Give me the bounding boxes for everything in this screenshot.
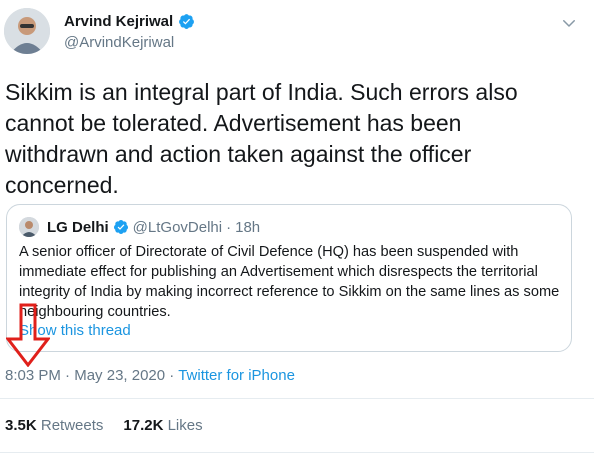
quoted-author-handle: @LtGovDelhi: [132, 218, 223, 236]
tweet-source-link[interactable]: Twitter for iPhone: [178, 367, 295, 384]
chevron-down-icon[interactable]: [560, 14, 578, 32]
red-down-arrow-annotation: [6, 303, 50, 367]
retweets-count: 3.5K: [5, 417, 37, 434]
divider: [0, 398, 594, 399]
retweets-stat[interactable]: 3.5K Retweets: [5, 417, 103, 434]
verified-badge-icon: [179, 14, 195, 29]
author-name-text[interactable]: Arvind Kejriwal: [64, 13, 173, 30]
retweets-label: Retweets: [40, 417, 104, 434]
quoted-author-name: LG Delhi: [47, 218, 109, 236]
quoted-tweet[interactable]: LG Delhi @LtGovDelhi · 18h A senior offi…: [6, 204, 572, 352]
tweet-stats: 3.5K Retweets 17.2K Likes: [5, 417, 203, 434]
quoted-author-avatar: [19, 217, 39, 237]
tweet-time[interactable]: 8:03 PM: [5, 367, 61, 384]
meta-separator: ·: [169, 367, 175, 384]
author-name[interactable]: Arvind Kejriwal: [64, 13, 195, 30]
quoted-timestamp[interactable]: 18h: [235, 219, 260, 236]
quoted-separator: ·: [226, 218, 232, 236]
quoted-tweet-header: LG Delhi @LtGovDelhi · 18h: [19, 217, 260, 237]
tweet-date[interactable]: May 23, 2020: [74, 367, 165, 384]
quoted-tweet-text: A senior officer of Directorate of Civil…: [19, 244, 560, 320]
likes-label: Likes: [167, 417, 203, 434]
tweet-header: Arvind Kejriwal @ArvindKejriwal: [0, 0, 594, 60]
meta-separator: ·: [65, 367, 71, 384]
divider: [0, 452, 594, 453]
tweet-text: Sikkim is an integral part of India. Suc…: [5, 79, 518, 198]
likes-count: 17.2K: [123, 417, 164, 434]
author-avatar[interactable]: [4, 8, 50, 54]
likes-stat[interactable]: 17.2K Likes: [123, 417, 202, 434]
author-handle[interactable]: @ArvindKejriwal: [64, 34, 174, 51]
verified-badge-icon: [113, 220, 128, 234]
tweet-meta: 8:03 PM · May 23, 2020 · Twitter for iPh…: [5, 367, 295, 384]
